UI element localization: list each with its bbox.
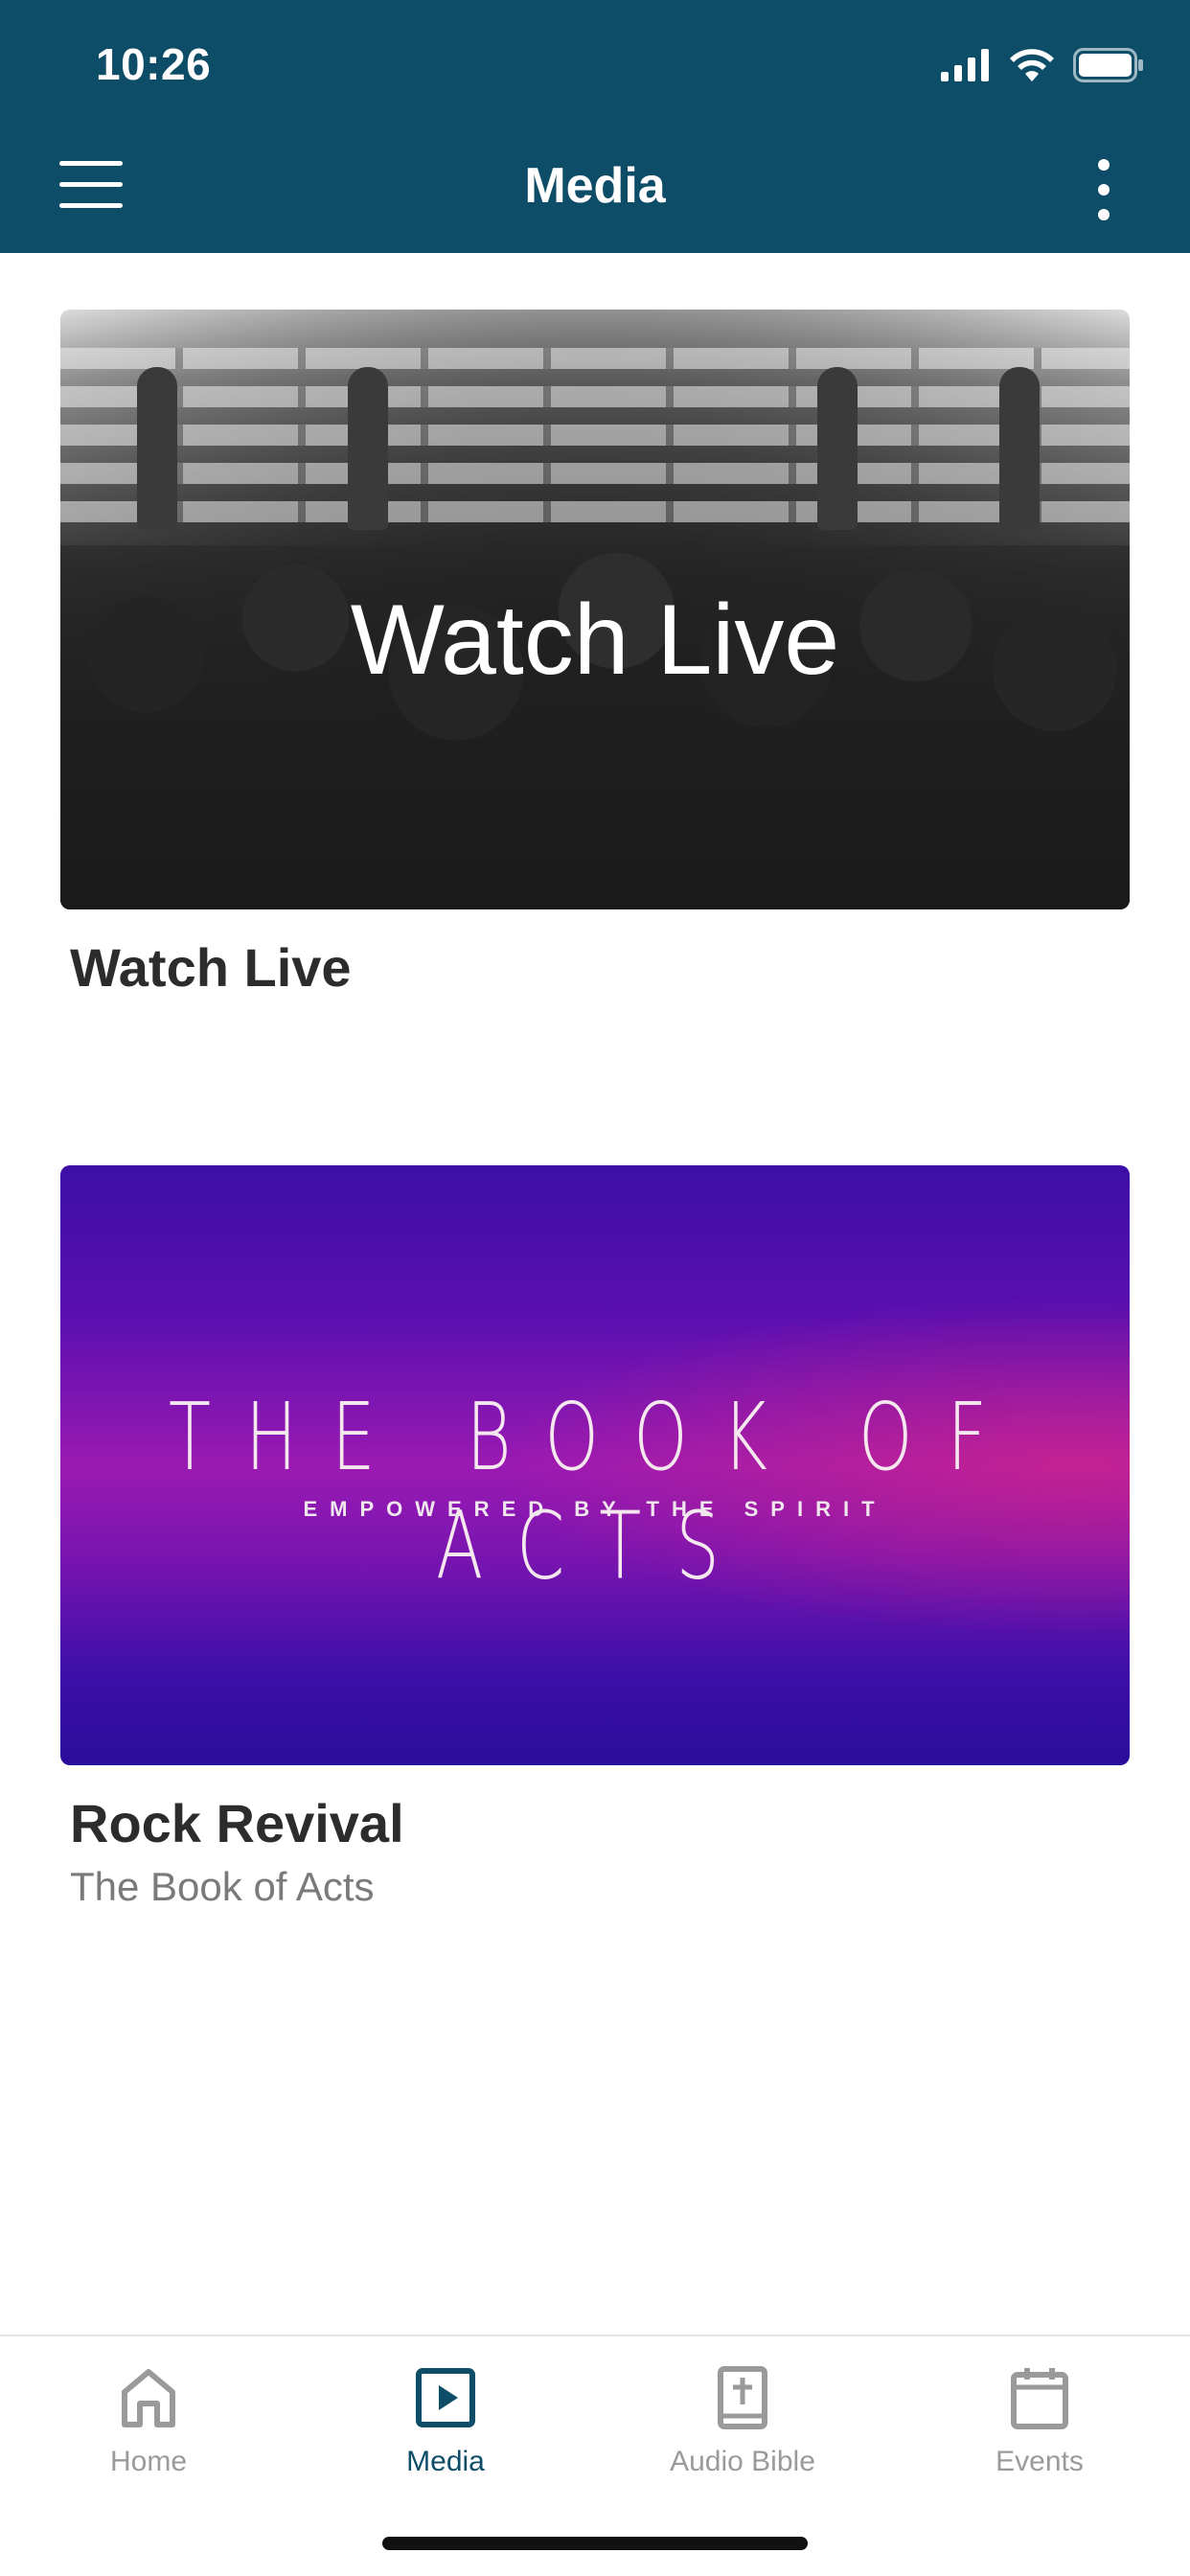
banner-title: THE BOOK OF ACTS [169, 1382, 1021, 1600]
play-icon [416, 2368, 475, 2427]
tab-events[interactable]: Events [891, 2359, 1188, 2478]
status-icons [941, 44, 1144, 86]
page-title: Media [524, 158, 666, 214]
calendar-icon [1011, 2368, 1068, 2429]
tab-label: Media [406, 2446, 485, 2477]
media-screen: 10:26 Media Watch Live Watch Live THE BO… [0, 0, 1190, 2576]
card-title: Rock Revival [70, 1793, 404, 1853]
tab-audio-bible[interactable]: Audio Bible [594, 2359, 891, 2478]
tab-label: Events [995, 2446, 1084, 2477]
card-subtitle: The Book of Acts [70, 1864, 375, 1909]
tab-home[interactable]: Home [0, 2359, 297, 2478]
media-card-rock-revival[interactable]: THE BOOK OF ACTS EMPOWERED BY THE SPIRIT… [60, 1165, 1130, 1910]
tab-label: Home [109, 2446, 188, 2477]
bible-icon [718, 2366, 767, 2429]
tab-media[interactable]: Media [297, 2359, 594, 2478]
banner-subtitle: EMPOWERED BY THE SPIRIT [303, 1497, 887, 1521]
home-indicator [382, 2537, 808, 2550]
battery-icon [1073, 48, 1143, 82]
app-bar: 10:26 Media [0, 0, 1190, 253]
status-time: 10:26 [96, 39, 212, 89]
book-of-acts-thumbnail[interactable]: THE BOOK OF ACTS EMPOWERED BY THE SPIRIT [60, 1165, 1130, 1765]
wifi-icon [1010, 49, 1054, 81]
watch-live-thumbnail[interactable]: Watch Live [60, 310, 1130, 909]
card-title: Watch Live [70, 937, 352, 998]
media-card-watch-live[interactable]: Watch Live Watch Live [60, 310, 1130, 999]
home-icon [122, 2369, 175, 2427]
more-vertical-icon[interactable] [1094, 159, 1113, 220]
signal-icon [941, 49, 989, 81]
tab-label: Audio Bible [670, 2446, 815, 2477]
watch-live-overlay-text: Watch Live [350, 585, 840, 696]
